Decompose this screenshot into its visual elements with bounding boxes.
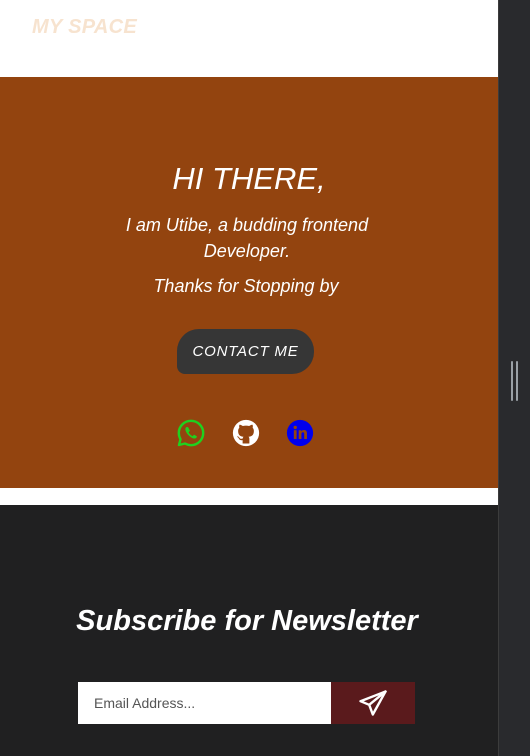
email-input[interactable] <box>78 682 331 724</box>
newsletter-title: Subscribe for Newsletter <box>76 605 418 637</box>
hero-section: HI THERE, I am Utibe, a budding frontend… <box>0 77 498 488</box>
paper-plane-icon <box>359 690 387 716</box>
linkedin-icon[interactable] <box>285 418 315 448</box>
devtools-panel-edge <box>498 0 530 756</box>
github-icon[interactable] <box>231 418 261 448</box>
hero-title: HI THERE, <box>172 161 326 196</box>
contact-me-button[interactable]: CONTACT ME <box>177 329 314 374</box>
hero-intro: I am Utibe, a budding frontend Developer… <box>125 215 369 261</box>
navbar: MY SPACE <box>0 0 498 76</box>
newsletter-section: Subscribe for Newsletter <box>0 505 498 756</box>
page-viewport: MY SPACE HI THERE, I am Utibe, a budding… <box>0 0 498 756</box>
hero-thanks: Thanks for Stopping by <box>153 276 339 296</box>
whatsapp-icon[interactable] <box>176 418 206 448</box>
subscribe-send-button[interactable] <box>331 682 415 724</box>
site-logo[interactable]: MY SPACE <box>32 16 137 39</box>
resize-handle[interactable] <box>510 361 518 401</box>
